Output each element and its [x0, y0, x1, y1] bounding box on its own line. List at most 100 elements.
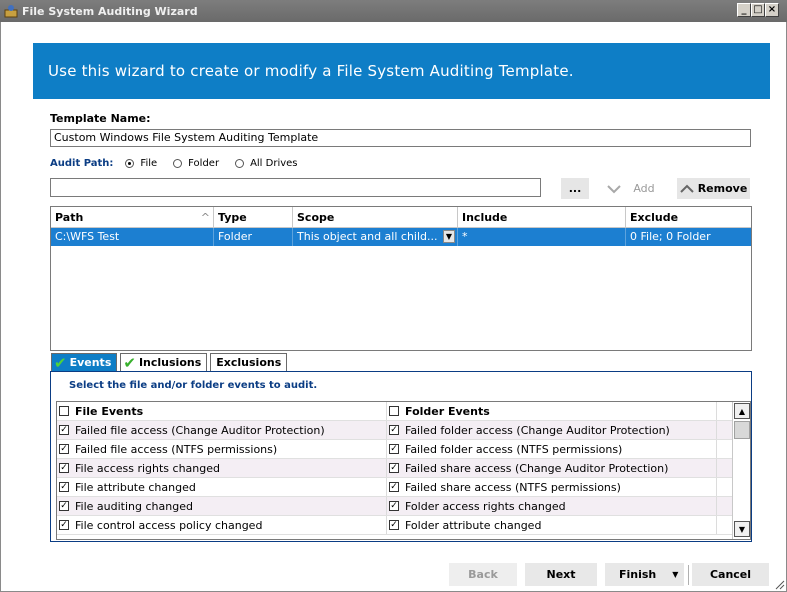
- cancel-button[interactable]: Cancel: [692, 563, 769, 586]
- grid-header: Path ^ Type Scope Include Exclude: [51, 207, 751, 228]
- file-event-item[interactable]: ✓ File auditing changed: [57, 497, 387, 515]
- events-caption: Select the file and/or folder events to …: [69, 380, 318, 391]
- file-event-item[interactable]: ✓ File access rights changed: [57, 459, 387, 477]
- column-header-exclude[interactable]: Exclude: [626, 207, 751, 227]
- event-checkbox[interactable]: ✓: [59, 425, 69, 435]
- event-checkbox[interactable]: ✓: [59, 444, 69, 454]
- file-event-label: Failed file access (NTFS permissions): [75, 442, 278, 456]
- tab-strip: ✔ Events ✔ Inclusions Exclusions: [51, 353, 288, 372]
- cell-path: C:\WFS Test: [51, 228, 214, 246]
- add-button[interactable]: Add: [592, 178, 670, 199]
- audit-path-row: Audit Path: File Folder All Drives: [50, 155, 314, 171]
- event-checkbox[interactable]: ✓: [389, 444, 399, 454]
- file-event-item[interactable]: ✓ Failed file access (Change Auditor Prot…: [57, 421, 387, 439]
- radio-folder-dot[interactable]: [173, 158, 183, 168]
- events-scrollbar[interactable]: ▲ ▼: [732, 402, 750, 539]
- finish-button[interactable]: Finish ▼: [605, 563, 684, 586]
- table-row[interactable]: C:\WFS Test Folder This object and all c…: [51, 228, 751, 246]
- file-event-item[interactable]: ✓ Failed file access (NTFS permissions): [57, 440, 387, 458]
- tab-events[interactable]: ✔ Events: [51, 353, 118, 371]
- event-checkbox[interactable]: ✓: [59, 463, 69, 473]
- scroll-thumb[interactable]: [734, 421, 750, 439]
- file-event-item[interactable]: ✓ File attribute changed: [57, 478, 387, 496]
- event-checkbox[interactable]: ✓: [389, 463, 399, 473]
- radio-all-drives-label: All Drives: [250, 157, 298, 169]
- maximize-button[interactable]: □: [751, 3, 765, 17]
- radio-file-label: File: [140, 157, 158, 169]
- column-header-path[interactable]: Path ^: [51, 207, 214, 227]
- chevron-down-icon[interactable]: ▼: [672, 570, 678, 579]
- list-item[interactable]: ✓ File attribute changed ✓ Failed share ac…: [57, 478, 750, 497]
- events-list: File Events Folder Events ✓ Failed file a…: [56, 401, 751, 540]
- app-icon: [4, 5, 18, 18]
- file-event-label: File attribute changed: [75, 480, 196, 494]
- events-panel: Select the file and/or folder events to …: [50, 371, 752, 542]
- column-header-type[interactable]: Type: [214, 207, 293, 227]
- event-checkbox[interactable]: ✓: [389, 501, 399, 511]
- select-all-folder-checkbox[interactable]: [389, 406, 399, 416]
- banner-text: Use this wizard to create or modify a Fi…: [48, 62, 574, 80]
- template-name-input[interactable]: Custom Windows File System Auditing Temp…: [50, 129, 751, 147]
- divider: [688, 565, 689, 585]
- radio-folder[interactable]: Folder: [173, 158, 219, 169]
- event-checkbox[interactable]: ✓: [389, 482, 399, 492]
- select-all-file-checkbox[interactable]: [59, 406, 69, 416]
- list-item[interactable]: ✓ File auditing changed ✓ Folder access ri…: [57, 497, 750, 516]
- folder-event-item[interactable]: ✓ Folder attribute changed: [387, 516, 717, 534]
- checkmark-icon: [607, 184, 622, 193]
- remove-button[interactable]: Remove: [677, 178, 750, 199]
- tab-exclusions-label: Exclusions: [216, 356, 282, 369]
- tab-inclusions-label: Inclusions: [138, 356, 202, 369]
- event-checkbox[interactable]: ✓: [389, 425, 399, 435]
- folder-event-item[interactable]: ✓ Folder access rights changed: [387, 497, 717, 515]
- minimize-button[interactable]: _: [737, 3, 751, 17]
- title-bar: File System Auditing Wizard _ □ ×: [0, 0, 787, 22]
- folder-event-label: Failed folder access (Change Auditor Pro…: [405, 423, 670, 437]
- column-header-include[interactable]: Include: [458, 207, 626, 227]
- chevron-up-icon: [679, 184, 694, 193]
- tab-exclusions[interactable]: Exclusions: [210, 353, 288, 371]
- wizard-banner: Use this wizard to create or modify a Fi…: [33, 43, 770, 99]
- event-checkbox[interactable]: ✓: [59, 520, 69, 530]
- tab-inclusions[interactable]: ✔ Inclusions: [120, 353, 208, 372]
- cell-exclude: 0 File; 0 Folder: [630, 230, 711, 243]
- list-item[interactable]: ✓ File access rights changed ✓ Failed shar…: [57, 459, 750, 478]
- event-checkbox[interactable]: ✓: [59, 482, 69, 492]
- file-events-header[interactable]: File Events: [57, 402, 387, 420]
- event-checkbox[interactable]: ✓: [59, 501, 69, 511]
- folder-events-header[interactable]: Folder Events: [387, 402, 717, 420]
- list-item[interactable]: ✓ Failed file access (Change Auditor Prot…: [57, 421, 750, 440]
- folder-event-item[interactable]: ✓ Failed folder access (Change Auditor Pr…: [387, 421, 717, 439]
- scroll-up-icon[interactable]: ▲: [734, 403, 750, 419]
- radio-all-drives-dot[interactable]: [235, 158, 245, 168]
- scope-dropdown[interactable]: This object and all child... ▼: [293, 228, 458, 246]
- event-checkbox[interactable]: ✓: [389, 520, 399, 530]
- scroll-down-icon[interactable]: ▼: [734, 521, 750, 537]
- list-item[interactable]: ✓ File control access policy changed ✓ Fol…: [57, 516, 750, 535]
- dropdown-arrow-icon[interactable]: ▼: [443, 230, 455, 243]
- checkmark-icon: ✔: [123, 353, 136, 372]
- resize-grip-icon[interactable]: [773, 578, 785, 590]
- folder-event-label: Folder access rights changed: [405, 499, 566, 513]
- file-event-label: Failed file access (Change Auditor Prote…: [75, 423, 325, 437]
- folder-events-header-label: Folder Events: [405, 404, 490, 418]
- folder-event-item[interactable]: ✓ Failed share access (Change Auditor Pro…: [387, 459, 717, 477]
- file-event-item[interactable]: ✓ File control access policy changed: [57, 516, 387, 534]
- close-button[interactable]: ×: [765, 3, 779, 17]
- browse-button[interactable]: ...: [561, 178, 589, 199]
- file-event-label: File access rights changed: [75, 461, 221, 475]
- list-item[interactable]: ✓ Failed file access (NTFS permissions) ✓…: [57, 440, 750, 459]
- radio-all-drives[interactable]: All Drives: [235, 157, 298, 169]
- file-event-label: File auditing changed: [75, 499, 193, 513]
- column-header-scope[interactable]: Scope: [293, 207, 458, 227]
- folder-event-item[interactable]: ✓ Failed folder access (NTFS permissions): [387, 440, 717, 458]
- folder-event-item[interactable]: ✓ Failed share access (NTFS permissions): [387, 478, 717, 496]
- audit-path-input[interactable]: [50, 178, 541, 197]
- folder-event-label: Folder attribute changed: [405, 518, 542, 532]
- radio-file[interactable]: File: [125, 158, 157, 169]
- radio-file-dot[interactable]: [125, 158, 135, 168]
- next-button[interactable]: Next: [525, 563, 597, 586]
- file-event-label: File control access policy changed: [75, 518, 263, 532]
- cell-scope: This object and all child...: [297, 230, 438, 243]
- back-button[interactable]: Back: [449, 563, 517, 586]
